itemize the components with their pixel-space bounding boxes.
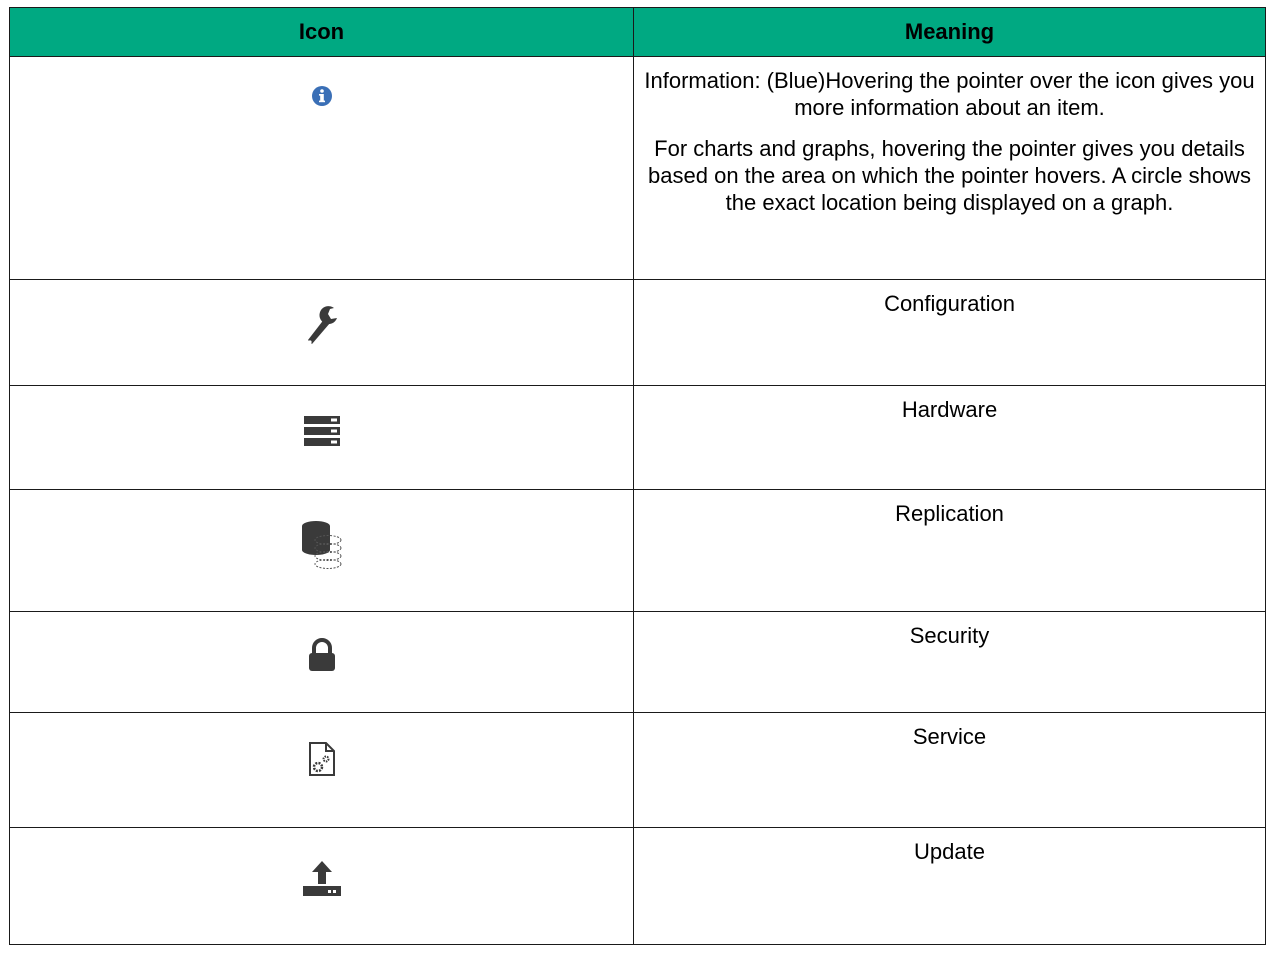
wrench-icon[interactable] [304,304,340,348]
security-label: Security [909,623,990,648]
icon-cell [9,611,634,713]
update-label: Update [914,839,985,864]
table-row: Security [9,611,1266,713]
info-description: Information: (Blue)Hovering the pointer … [644,68,1255,120]
meaning-cell: Security [633,611,1266,713]
database-icon[interactable] [300,518,344,574]
table-row: Service [9,712,1266,828]
meaning-cell: Hardware [633,385,1266,490]
meaning-cell: Service [633,712,1266,828]
icon-cell [9,712,634,828]
table-row: Update [9,827,1266,945]
meaning-cell: Information: (Blue)Hovering the pointer … [633,56,1266,280]
table-row: Hardware [9,385,1266,490]
header-row: Icon Meaning [9,7,1266,57]
icon-legend-table: Icon Meaning Information: (Blue)Hovering… [9,7,1266,945]
document-gear-icon[interactable] [307,741,337,777]
icon-cell [9,279,634,386]
lock-icon[interactable] [307,638,337,672]
meaning-cell: Configuration [633,279,1266,386]
table-row: Configuration [9,279,1266,386]
table-row: Information: (Blue)Hovering the pointer … [9,56,1266,280]
service-label: Service [912,724,987,749]
info-chart-description: For charts and graphs, hovering the poin… [648,136,1251,215]
icon-cell [9,385,634,490]
hardware-label: Hardware [901,397,998,422]
configuration-label: Configuration [884,291,1015,316]
table-row: Replication [9,489,1266,612]
upload-icon[interactable] [302,858,342,898]
meaning-column-header: Meaning [633,7,1266,57]
server-icon[interactable] [303,416,340,446]
icon-cell [9,827,634,945]
icon-cell [9,489,634,612]
meaning-cell: Update [633,827,1266,945]
info-icon[interactable] [311,85,333,107]
replication-label: Replication [895,501,1004,526]
icon-cell [9,56,634,280]
meaning-cell: Replication [633,489,1266,612]
icon-column-header: Icon [9,7,634,57]
